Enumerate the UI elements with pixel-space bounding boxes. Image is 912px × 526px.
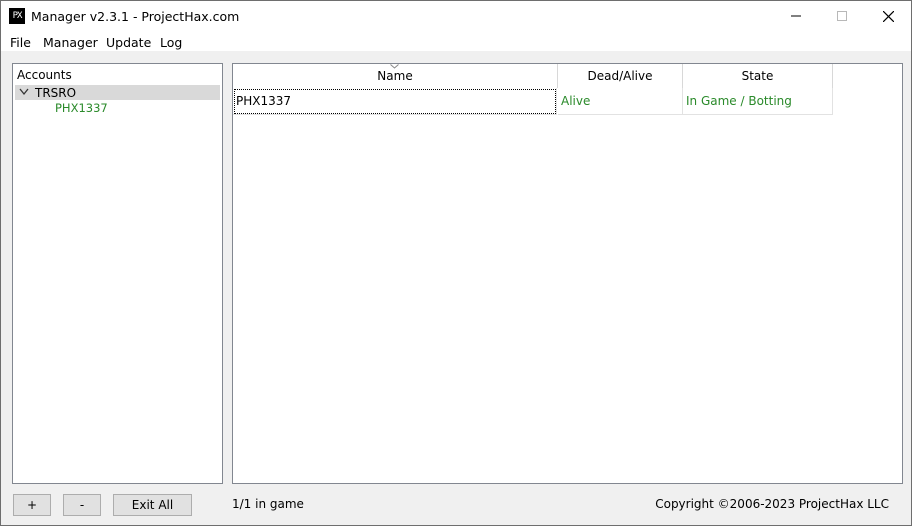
column-header-state-label: State [741,69,774,83]
row-name: PHX1337 [236,94,292,108]
app-window: PX Manager v2.3.1 - ProjectHax.com File … [0,0,912,526]
add-account-button[interactable]: + [13,494,51,516]
column-header-state[interactable]: State [683,64,833,88]
menu-manager[interactable]: Manager [43,35,98,50]
accounts-panel[interactable]: Accounts TRSRO PHX1337 [12,63,223,484]
remove-account-button[interactable]: - [63,494,101,516]
title-bar[interactable]: PX Manager v2.3.1 - ProjectHax.com [1,1,911,31]
chevron-down-icon[interactable] [19,88,29,96]
minimize-icon [791,15,801,17]
exit-all-button[interactable]: Exit All [113,494,192,516]
table-row-dead-alive-cell[interactable]: Alive [558,88,683,115]
app-logo-icon: PX [9,8,25,24]
maximize-icon [837,11,847,21]
accounts-grid[interactable]: Name Dead/Alive State PHX1337 Alive In G… [232,63,903,484]
column-header-name[interactable]: Name [233,64,558,88]
status-text: 1/1 in game [232,497,304,511]
maximize-button[interactable] [819,1,865,31]
close-icon [883,11,894,22]
column-header-dead-alive-label: Dead/Alive [587,69,653,83]
window-title: Manager v2.3.1 - ProjectHax.com [31,9,240,24]
table-row-name-cell[interactable]: PHX1337 [233,88,557,115]
close-button[interactable] [865,1,911,31]
menu-file[interactable]: File [10,35,31,50]
menu-bar: File Manager Update Log [1,31,911,51]
row-dead-alive: Alive [561,94,591,108]
row-state: In Game / Botting [686,94,792,108]
table-row-state-cell[interactable]: In Game / Botting [683,88,833,115]
menu-update[interactable]: Update [106,35,151,50]
tree-account-item[interactable]: PHX1337 [55,101,108,115]
accounts-title: Accounts [17,68,72,82]
column-header-dead-alive[interactable]: Dead/Alive [558,64,683,88]
tree-group-label[interactable]: TRSRO [35,86,76,100]
column-header-name-label: Name [377,69,413,83]
minimize-button[interactable] [773,1,819,31]
copyright-text: Copyright ©2006-2023 ProjectHax LLC [655,497,889,511]
menu-log[interactable]: Log [160,35,182,50]
